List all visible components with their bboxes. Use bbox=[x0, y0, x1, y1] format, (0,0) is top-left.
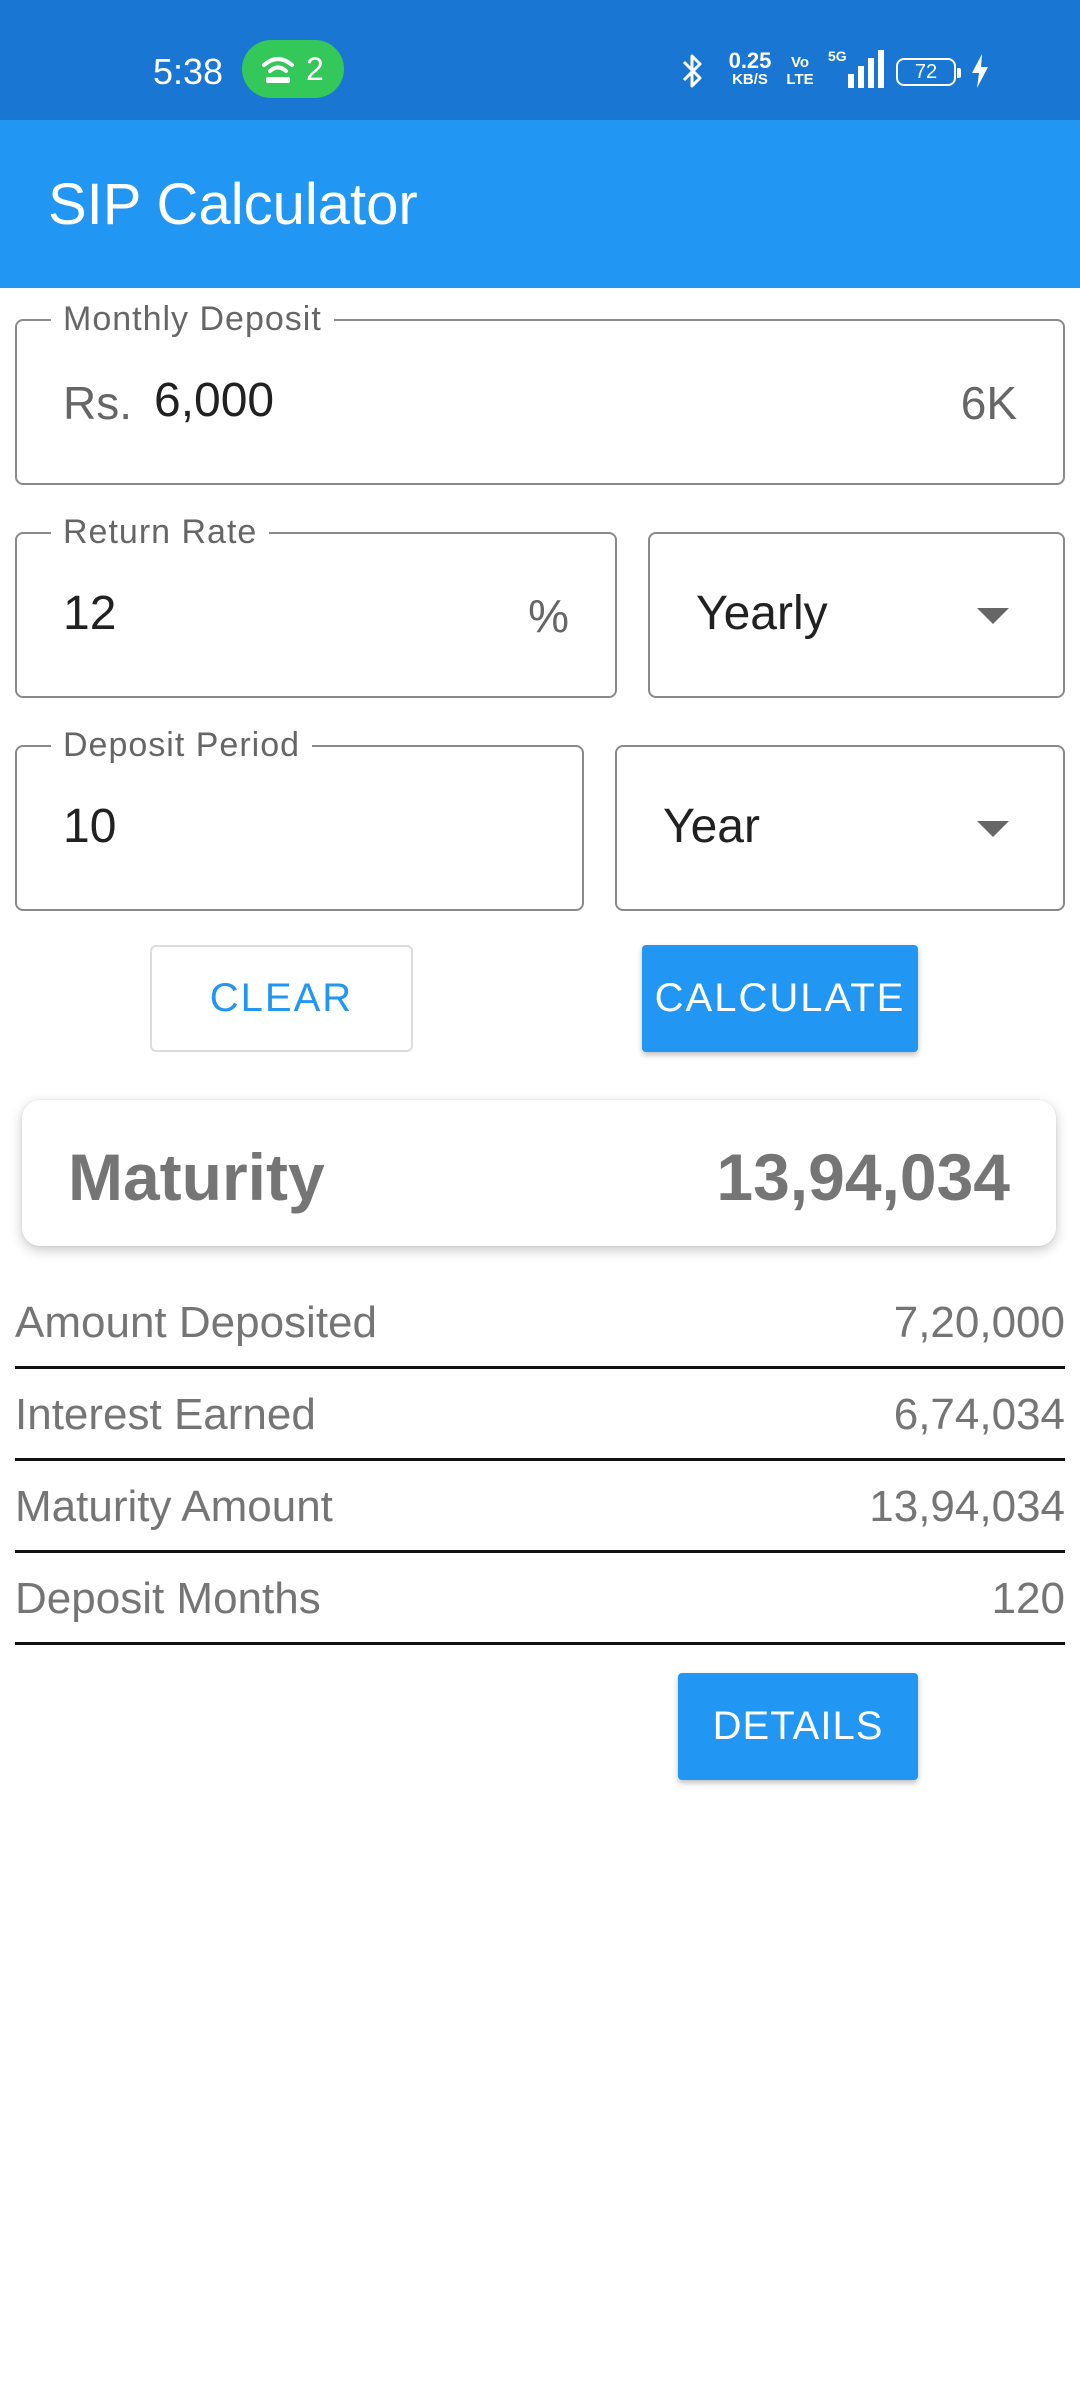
return-frequency-value: Yearly bbox=[696, 587, 828, 640]
status-time: 5:38 bbox=[153, 51, 224, 92]
summary-value: 7,20,000 bbox=[893, 1298, 1065, 1347]
return-rate-value[interactable]: 12 bbox=[63, 586, 116, 642]
summary-value: 13,94,034 bbox=[869, 1482, 1065, 1531]
deposit-period-label: Deposit Period bbox=[51, 725, 313, 765]
monthly-deposit-short: 6K bbox=[960, 377, 1017, 429]
details-button[interactable]: DETAILS bbox=[678, 1673, 918, 1780]
summary-list: Amount Deposited 7,20,000 Interest Earne… bbox=[15, 1277, 1065, 1645]
volte-icon: Vo LTE bbox=[786, 54, 814, 88]
monthly-deposit-label: Monthly Deposit bbox=[51, 299, 334, 339]
charging-icon bbox=[972, 54, 988, 88]
summary-row-deposit-months: Deposit Months 120 bbox=[15, 1553, 1065, 1645]
maturity-card: Maturity 13,94,034 bbox=[22, 1100, 1056, 1246]
summary-row-amount-deposited: Amount Deposited 7,20,000 bbox=[15, 1277, 1065, 1369]
summary-row-maturity-amount: Maturity Amount 13,94,034 bbox=[15, 1461, 1065, 1553]
dropdown-arrow-icon bbox=[977, 821, 1009, 837]
hotspot-icon bbox=[262, 57, 294, 83]
hotspot-indicator[interactable]: 2 bbox=[242, 40, 344, 98]
app-bar: SIP Calculator bbox=[0, 120, 1080, 288]
summary-label: Amount Deposited bbox=[15, 1298, 377, 1347]
return-rate-label: Return Rate bbox=[51, 512, 270, 552]
signal-icon bbox=[848, 50, 884, 88]
battery-icon: 72 bbox=[896, 58, 961, 86]
summary-row-interest-earned: Interest Earned 6,74,034 bbox=[15, 1369, 1065, 1461]
deposit-period-unit-value: Year bbox=[663, 800, 760, 853]
calculate-button[interactable]: CALCULATE bbox=[642, 945, 918, 1052]
deposit-period-field[interactable]: Deposit Period 10 bbox=[15, 725, 584, 911]
monthly-deposit-field[interactable]: Monthly Deposit Rs. 6,000 6K bbox=[15, 299, 1065, 485]
dropdown-arrow-icon bbox=[977, 608, 1009, 624]
summary-value: 120 bbox=[991, 1574, 1065, 1623]
bluetooth-icon bbox=[682, 54, 702, 88]
deposit-period-unit-dropdown[interactable]: Year bbox=[615, 745, 1065, 911]
percent-suffix: % bbox=[528, 590, 569, 642]
return-rate-field[interactable]: Return Rate 12 % bbox=[15, 512, 617, 698]
network-speed: 0.25 KB/S bbox=[728, 48, 772, 88]
summary-label: Maturity Amount bbox=[15, 1482, 333, 1531]
maturity-label: Maturity bbox=[68, 1140, 325, 1214]
clear-button[interactable]: CLEAR bbox=[150, 945, 413, 1052]
return-frequency-dropdown[interactable]: Yearly bbox=[648, 532, 1065, 698]
app-title: SIP Calculator bbox=[48, 172, 418, 237]
hotspot-count: 2 bbox=[306, 51, 324, 87]
summary-label: Deposit Months bbox=[15, 1574, 321, 1623]
currency-prefix: Rs. bbox=[63, 377, 132, 429]
summary-value: 6,74,034 bbox=[893, 1390, 1065, 1439]
status-bar: 5:38 2 0.25 KB/S Vo LTE 5G 72 bbox=[0, 0, 1080, 120]
summary-label: Interest Earned bbox=[15, 1390, 316, 1439]
maturity-value: 13,94,034 bbox=[716, 1140, 1010, 1214]
monthly-deposit-value[interactable]: 6,000 bbox=[154, 373, 274, 429]
deposit-period-value[interactable]: 10 bbox=[63, 799, 116, 855]
